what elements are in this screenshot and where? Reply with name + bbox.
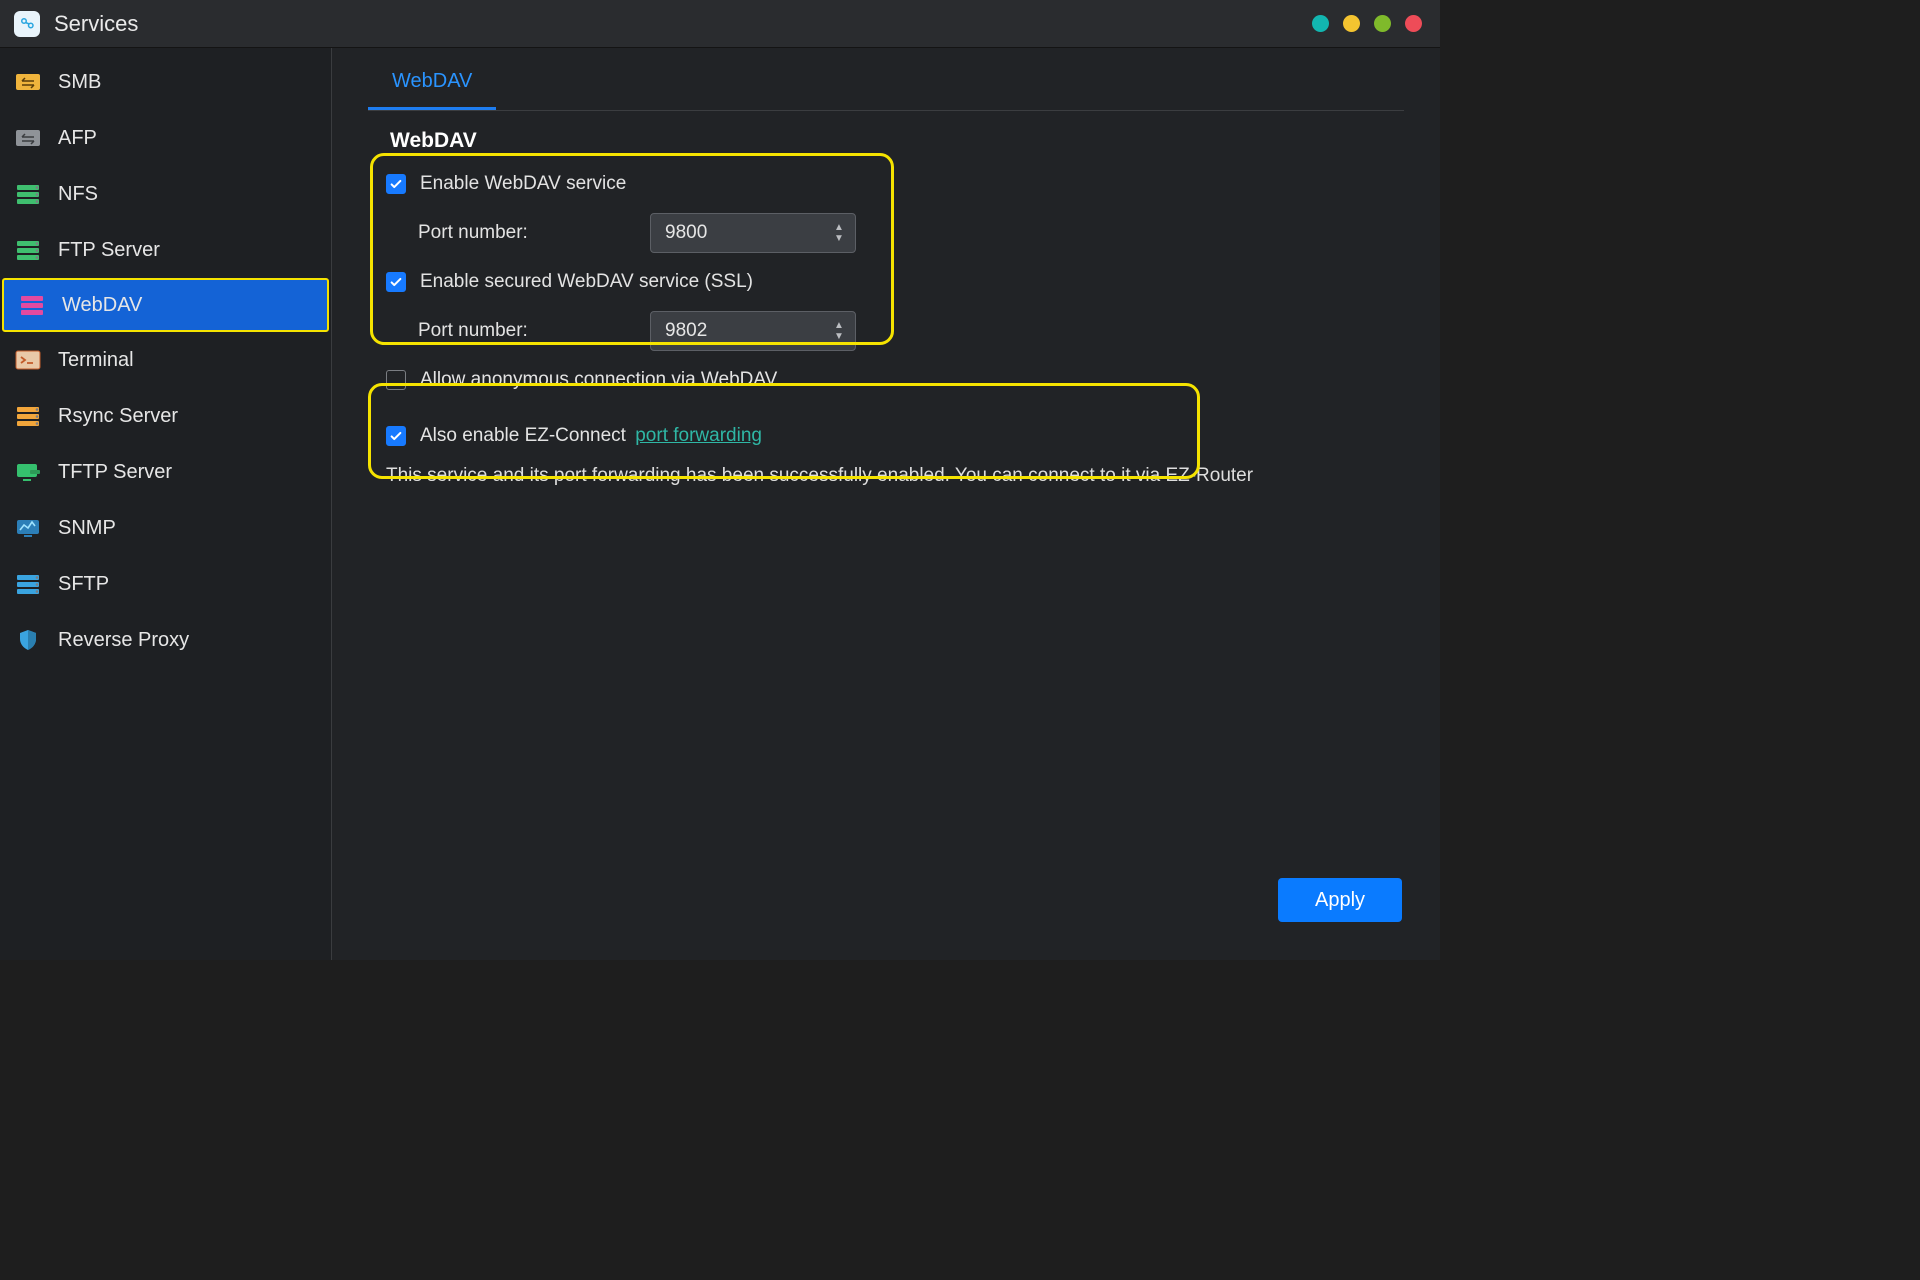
port-step-up[interactable]: ▲ [829,223,849,233]
tab-webdav[interactable]: WebDAV [368,58,496,110]
ssl-port-number-value: 9802 [665,320,707,342]
sidebar-item-label: Terminal [58,349,134,372]
sidebar-item-label: NFS [58,183,98,206]
webdav-section: WebDAV Enable WebDAV service Port number… [368,129,1404,487]
sidebar-item-afp[interactable]: AFP [0,110,331,166]
dot-red[interactable] [1405,15,1422,32]
ssl-port-number-input[interactable]: 9802 ▲ ▼ [650,311,856,351]
shield-icon [14,629,42,651]
folder-swap-grey-icon [14,127,42,149]
window-title: Services [54,11,138,37]
enable-webdav-checkbox[interactable] [386,174,406,194]
server-stack-pink-icon [18,294,46,316]
server-stack-orange-icon [14,405,42,427]
port-step-down[interactable]: ▼ [829,234,849,244]
dot-green[interactable] [1374,15,1391,32]
port-number-value: 9800 [665,222,707,244]
monitor-graph-icon [14,517,42,539]
monitor-server-icon [14,461,42,483]
port-number-input[interactable]: 9800 ▲ ▼ [650,213,856,253]
terminal-icon [14,349,42,371]
port-number-label: Port number: [418,222,650,244]
sidebar-item-sftp[interactable]: SFTP [0,556,331,612]
allow-anonymous-checkbox[interactable] [386,370,406,390]
titlebar: Services [0,0,1440,48]
allow-anonymous-label: Allow anonymous connection via WebDAV [420,369,777,391]
sidebar: SMB AFP NFS FTP Server [0,48,332,960]
port-forwarding-link[interactable]: port forwarding [635,425,762,446]
sidebar-item-label: FTP Server [58,239,160,262]
dot-yellow[interactable] [1343,15,1360,32]
sidebar-item-rsync[interactable]: Rsync Server [0,388,331,444]
sidebar-item-label: SFTP [58,573,109,596]
enable-webdav-label: Enable WebDAV service [420,173,626,195]
sidebar-item-label: Reverse Proxy [58,629,189,652]
ssl-port-number-label: Port number: [418,320,650,342]
sidebar-item-label: SNMP [58,517,116,540]
sidebar-item-smb[interactable]: SMB [0,54,331,110]
sidebar-item-snmp[interactable]: SNMP [0,500,331,556]
sidebar-item-reverse-proxy[interactable]: Reverse Proxy [0,612,331,668]
enable-webdav-ssl-checkbox[interactable] [386,272,406,292]
sidebar-item-nfs[interactable]: NFS [0,166,331,222]
server-stack-green-icon [14,239,42,261]
server-stack-blue-icon [14,573,42,595]
sidebar-item-tftp[interactable]: TFTP Server [0,444,331,500]
section-heading: WebDAV [390,129,1404,153]
window-control-dots [1312,15,1422,32]
apply-button[interactable]: Apply [1278,878,1402,922]
tabs-row: WebDAV [368,58,1404,111]
ssl-port-step-up[interactable]: ▲ [829,321,849,331]
folder-swap-icon [14,71,42,93]
ssl-port-step-down[interactable]: ▼ [829,332,849,342]
ezconnect-label: Also enable EZ-Connect port forwarding [420,425,762,447]
sidebar-item-label: WebDAV [62,294,142,317]
sidebar-item-webdav[interactable]: WebDAV [2,278,329,332]
sidebar-item-label: SMB [58,71,101,94]
enable-webdav-ssl-label: Enable secured WebDAV service (SSL) [420,271,753,293]
ezconnect-status-text: This service and its port forwarding has… [386,465,1404,487]
sidebar-item-label: AFP [58,127,97,150]
sidebar-item-ftp[interactable]: FTP Server [0,222,331,278]
sidebar-item-label: Rsync Server [58,405,178,428]
ezconnect-checkbox[interactable] [386,426,406,446]
sidebar-item-terminal[interactable]: Terminal [0,332,331,388]
content-area: WebDAV WebDAV Enable WebDAV service Port… [332,48,1440,960]
dot-teal[interactable] [1312,15,1329,32]
services-app-icon [14,11,40,37]
sidebar-item-label: TFTP Server [58,461,172,484]
window: Services SMB AFP [0,0,1440,960]
server-stack-green-icon [14,183,42,205]
